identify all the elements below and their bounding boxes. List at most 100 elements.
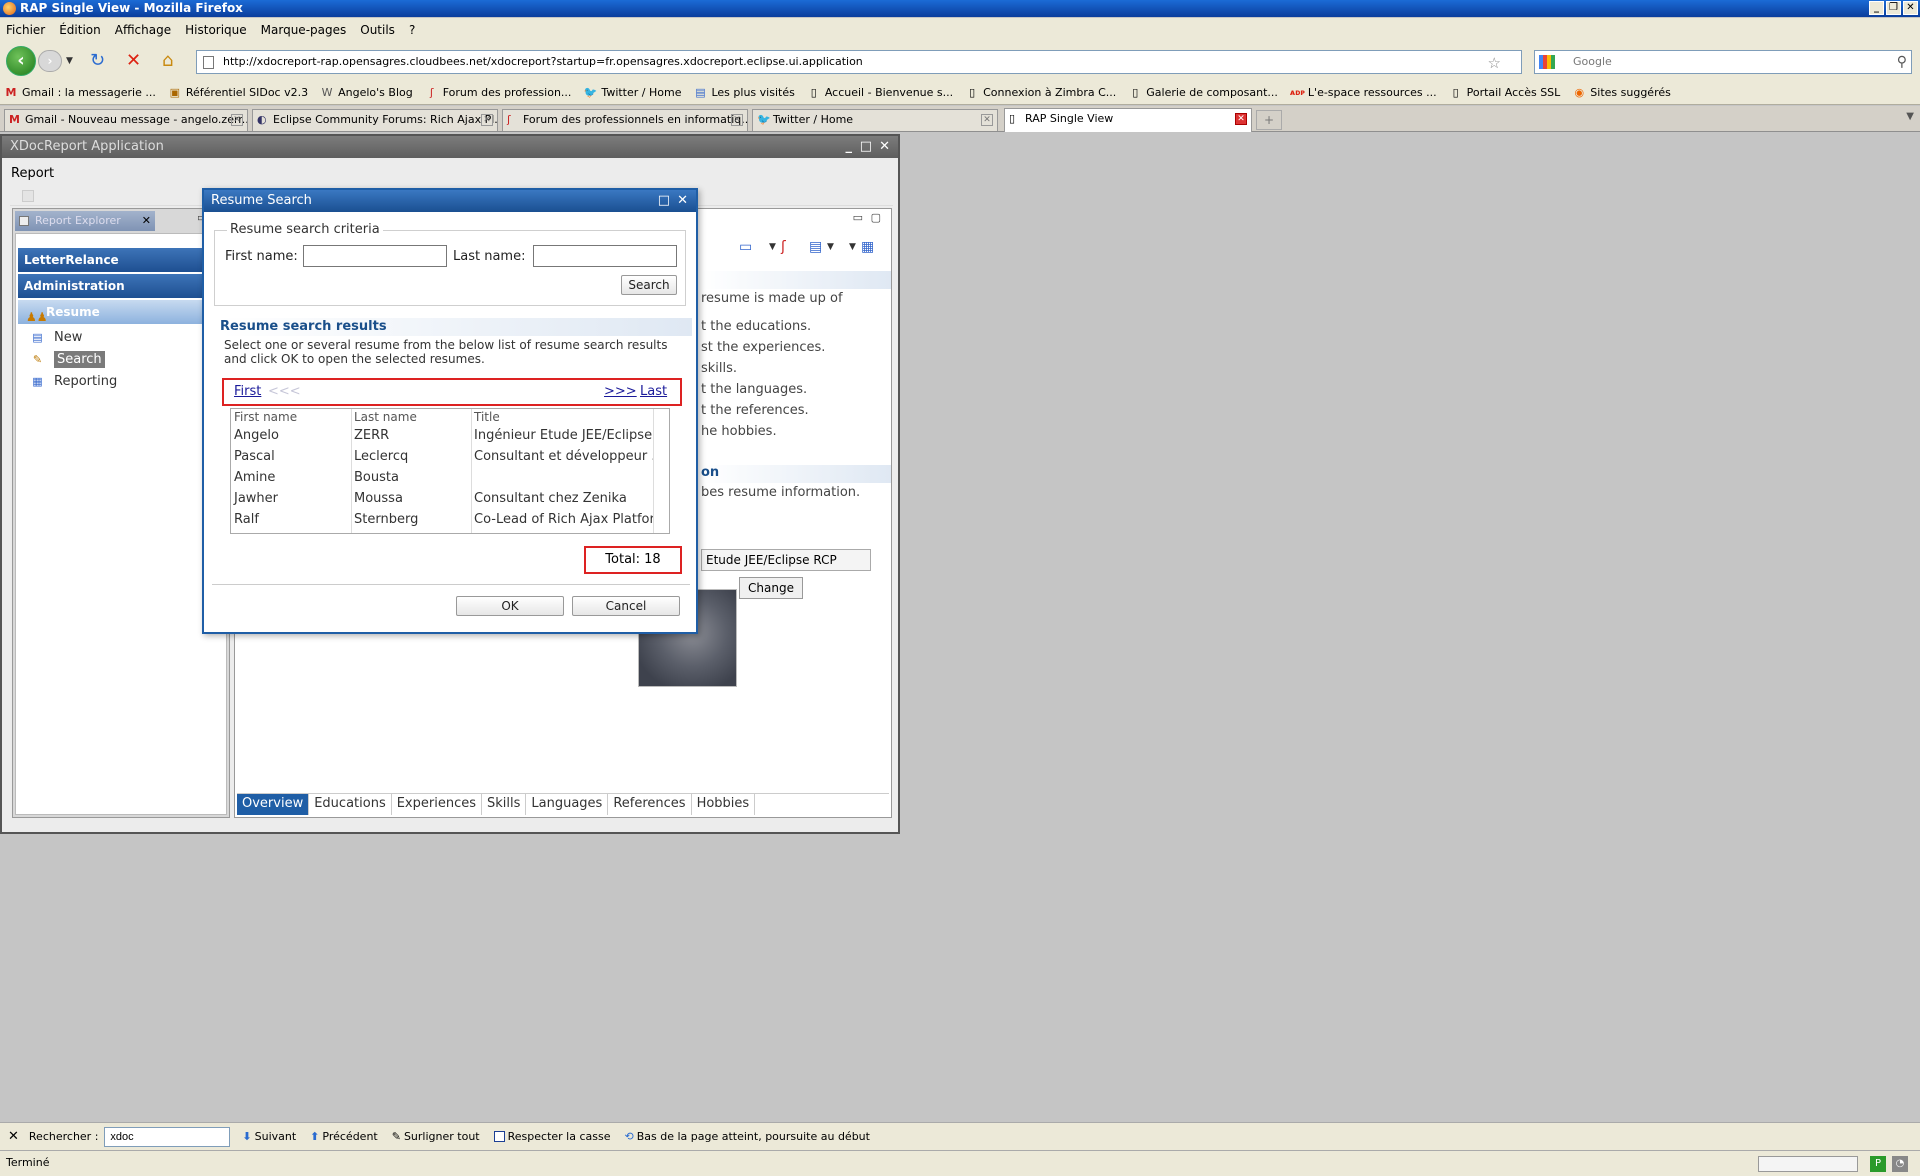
find-next-button[interactable]: ⬇ Suivant: [242, 1130, 296, 1143]
cancel-button[interactable]: Cancel: [572, 596, 680, 616]
overview-link-experiences[interactable]: st the experiences.: [701, 340, 825, 355]
export-report-icon[interactable]: ▦: [861, 239, 874, 255]
addon-icon[interactable]: ◔: [1892, 1156, 1908, 1172]
tab-educations[interactable]: Educations: [309, 794, 392, 815]
table-row[interactable]: Angelo ZERR Ingénieur Etude JEE/Eclipse: [231, 425, 669, 446]
editor-maximize-icon[interactable]: ▢: [871, 211, 881, 224]
bookmark-item[interactable]: ▯ Accueil - Bienvenue s...: [807, 86, 953, 99]
export-docx-icon[interactable]: ▤: [809, 239, 822, 255]
bookmark-item[interactable]: ▯ Portail Accès SSL: [1449, 86, 1561, 99]
nav-item-new[interactable]: ▤ New: [30, 328, 82, 348]
stop-icon[interactable]: ✕: [126, 51, 141, 71]
change-photo-button[interactable]: Change: [739, 577, 803, 599]
bookmark-item[interactable]: W Angelo's Blog: [320, 86, 413, 99]
ok-button[interactable]: OK: [456, 596, 564, 616]
bookmark-star-icon[interactable]: ☆: [1488, 52, 1501, 74]
close-tab-icon[interactable]: ✕: [481, 114, 493, 126]
table-row[interactable]: Pascal Leclercq Consultant et développeu…: [231, 446, 669, 467]
menu-marque-pages[interactable]: Marque-pages: [261, 23, 347, 37]
overview-link-hobbies[interactable]: he hobbies.: [701, 424, 777, 439]
tab-languages[interactable]: Languages: [526, 794, 609, 815]
export-pdf-icon[interactable]: ʃ: [781, 239, 786, 255]
menu-help[interactable]: ?: [409, 23, 415, 37]
find-previous-button[interactable]: ⬆ Précédent: [310, 1130, 378, 1143]
pager-last-link[interactable]: Last: [640, 380, 667, 404]
overview-link-educations[interactable]: t the educations.: [701, 319, 811, 334]
pager-next-link[interactable]: >>>: [604, 380, 637, 404]
tab-twitter[interactable]: 🐦 Twitter / Home ✕: [752, 109, 998, 131]
maximize-button[interactable]: ❐: [1886, 1, 1901, 15]
tab-experiences[interactable]: Experiences: [392, 794, 482, 815]
close-window-button[interactable]: ✕: [1903, 1, 1918, 15]
app-minimize-icon[interactable]: _: [846, 136, 853, 158]
tab-hobbies[interactable]: Hobbies: [692, 794, 756, 815]
view-tab[interactable]: Report Explorer ✕: [15, 211, 155, 231]
table-row[interactable]: Ralf Sternberg Co-Lead of Rich Ajax Plat…: [231, 509, 669, 530]
reload-icon[interactable]: ↻: [90, 51, 105, 71]
highlight-all-button[interactable]: ✎ Surligner tout: [392, 1130, 480, 1143]
nav-item-reporting[interactable]: ▦ Reporting: [30, 372, 117, 392]
pagespeed-icon[interactable]: P: [1870, 1156, 1886, 1172]
url-bar[interactable]: http://xdocreport-rap.opensagres.cloudbe…: [196, 50, 1522, 74]
close-tab-icon[interactable]: ✕: [231, 114, 243, 126]
search-engine-box[interactable]: Google ⚲: [1534, 50, 1912, 74]
group-letterrelance[interactable]: LetterRelance: [18, 248, 222, 272]
app-close-icon[interactable]: ✕: [879, 136, 890, 158]
tab-rap-single-view[interactable]: ▯ RAP Single View ✕: [1004, 108, 1252, 132]
search-icon[interactable]: ⚲: [1897, 51, 1907, 73]
close-tab-icon[interactable]: ✕: [981, 114, 993, 126]
tab-gmail[interactable]: M Gmail - Nouveau message - angelo.zerr..…: [4, 109, 248, 131]
title-field[interactable]: Etude JEE/Eclipse RCP: [701, 549, 871, 571]
dialog-maximize-icon[interactable]: □: [658, 190, 670, 212]
close-tab-icon[interactable]: ✕: [731, 114, 743, 126]
match-case-checkbox[interactable]: Respecter la casse: [493, 1130, 610, 1143]
menu-outils[interactable]: Outils: [360, 23, 395, 37]
bookmark-item[interactable]: ◉ Sites suggérés: [1572, 86, 1670, 99]
editor-minimize-icon[interactable]: ▭: [853, 211, 863, 224]
tab-eclipse-forums[interactable]: ◐ Eclipse Community Forums: Rich Ajax Pl.…: [252, 109, 498, 131]
menu-affichage[interactable]: Affichage: [115, 23, 171, 37]
search-button[interactable]: Search: [621, 275, 677, 295]
tab-references[interactable]: References: [608, 794, 692, 815]
first-name-input[interactable]: [303, 245, 447, 267]
bookmark-item[interactable]: ▤ Les plus visités: [693, 86, 795, 99]
dropdown-icon[interactable]: ▼: [849, 242, 856, 252]
tab-overview[interactable]: Overview: [237, 794, 310, 815]
menu-historique[interactable]: Historique: [185, 23, 247, 37]
tab-list-icon[interactable]: ▼: [1906, 111, 1914, 122]
bookmark-item[interactable]: ▣ Référentiel SIDoc v2.3: [168, 86, 308, 99]
nav-item-search[interactable]: ✎ Search: [30, 350, 105, 370]
app-maximize-icon[interactable]: □: [860, 136, 872, 158]
table-row[interactable]: Jawher Moussa Consultant chez Zenika: [231, 488, 669, 509]
last-name-input[interactable]: [533, 245, 677, 267]
back-arrow-icon[interactable]: ‹: [6, 46, 36, 76]
dropdown-icon[interactable]: ▼: [827, 242, 834, 252]
column-header-first-name[interactable]: First name: [231, 409, 351, 425]
bookmark-item[interactable]: ▯ Connexion à Zimbra C...: [965, 86, 1116, 99]
dropdown-icon[interactable]: ▼: [769, 242, 776, 252]
bookmark-item[interactable]: ʃ Forum des profession...: [425, 86, 572, 99]
overview-link-languages[interactable]: t the languages.: [701, 382, 807, 397]
tab-skills[interactable]: Skills: [482, 794, 527, 815]
export-odt-icon[interactable]: ▭: [739, 239, 752, 255]
pager-first-link[interactable]: First: [234, 380, 261, 404]
bookmark-item[interactable]: ᴀᴅᴘ L'e-space ressources ...: [1290, 86, 1437, 99]
menu-fichier[interactable]: Fichier: [6, 23, 45, 37]
table-row[interactable]: Amine Bousta: [231, 467, 669, 488]
tab-forum-pro[interactable]: ʃ Forum des professionnels en informatiq.…: [502, 109, 748, 131]
bookmark-item[interactable]: 🐦 Twitter / Home: [583, 86, 682, 99]
close-tab-icon[interactable]: ✕: [1235, 113, 1247, 125]
close-find-icon[interactable]: ✕: [8, 1129, 19, 1144]
bookmark-item[interactable]: ▯ Galerie de composant...: [1128, 86, 1278, 99]
forward-arrow-icon[interactable]: ›: [38, 50, 62, 72]
bookmark-item[interactable]: M Gmail : la messagerie ...: [4, 86, 156, 99]
column-header-last-name[interactable]: Last name: [351, 409, 471, 425]
menu-report[interactable]: Report: [11, 166, 54, 181]
close-view-icon[interactable]: ✕: [142, 211, 151, 231]
minimize-button[interactable]: _: [1869, 1, 1884, 15]
find-input[interactable]: [104, 1126, 231, 1147]
group-resume[interactable]: ♟♟ Resume: [18, 300, 222, 324]
group-administration[interactable]: Administration: [18, 274, 222, 298]
column-header-title[interactable]: Title: [471, 409, 651, 425]
home-icon[interactable]: ⌂: [162, 51, 173, 71]
